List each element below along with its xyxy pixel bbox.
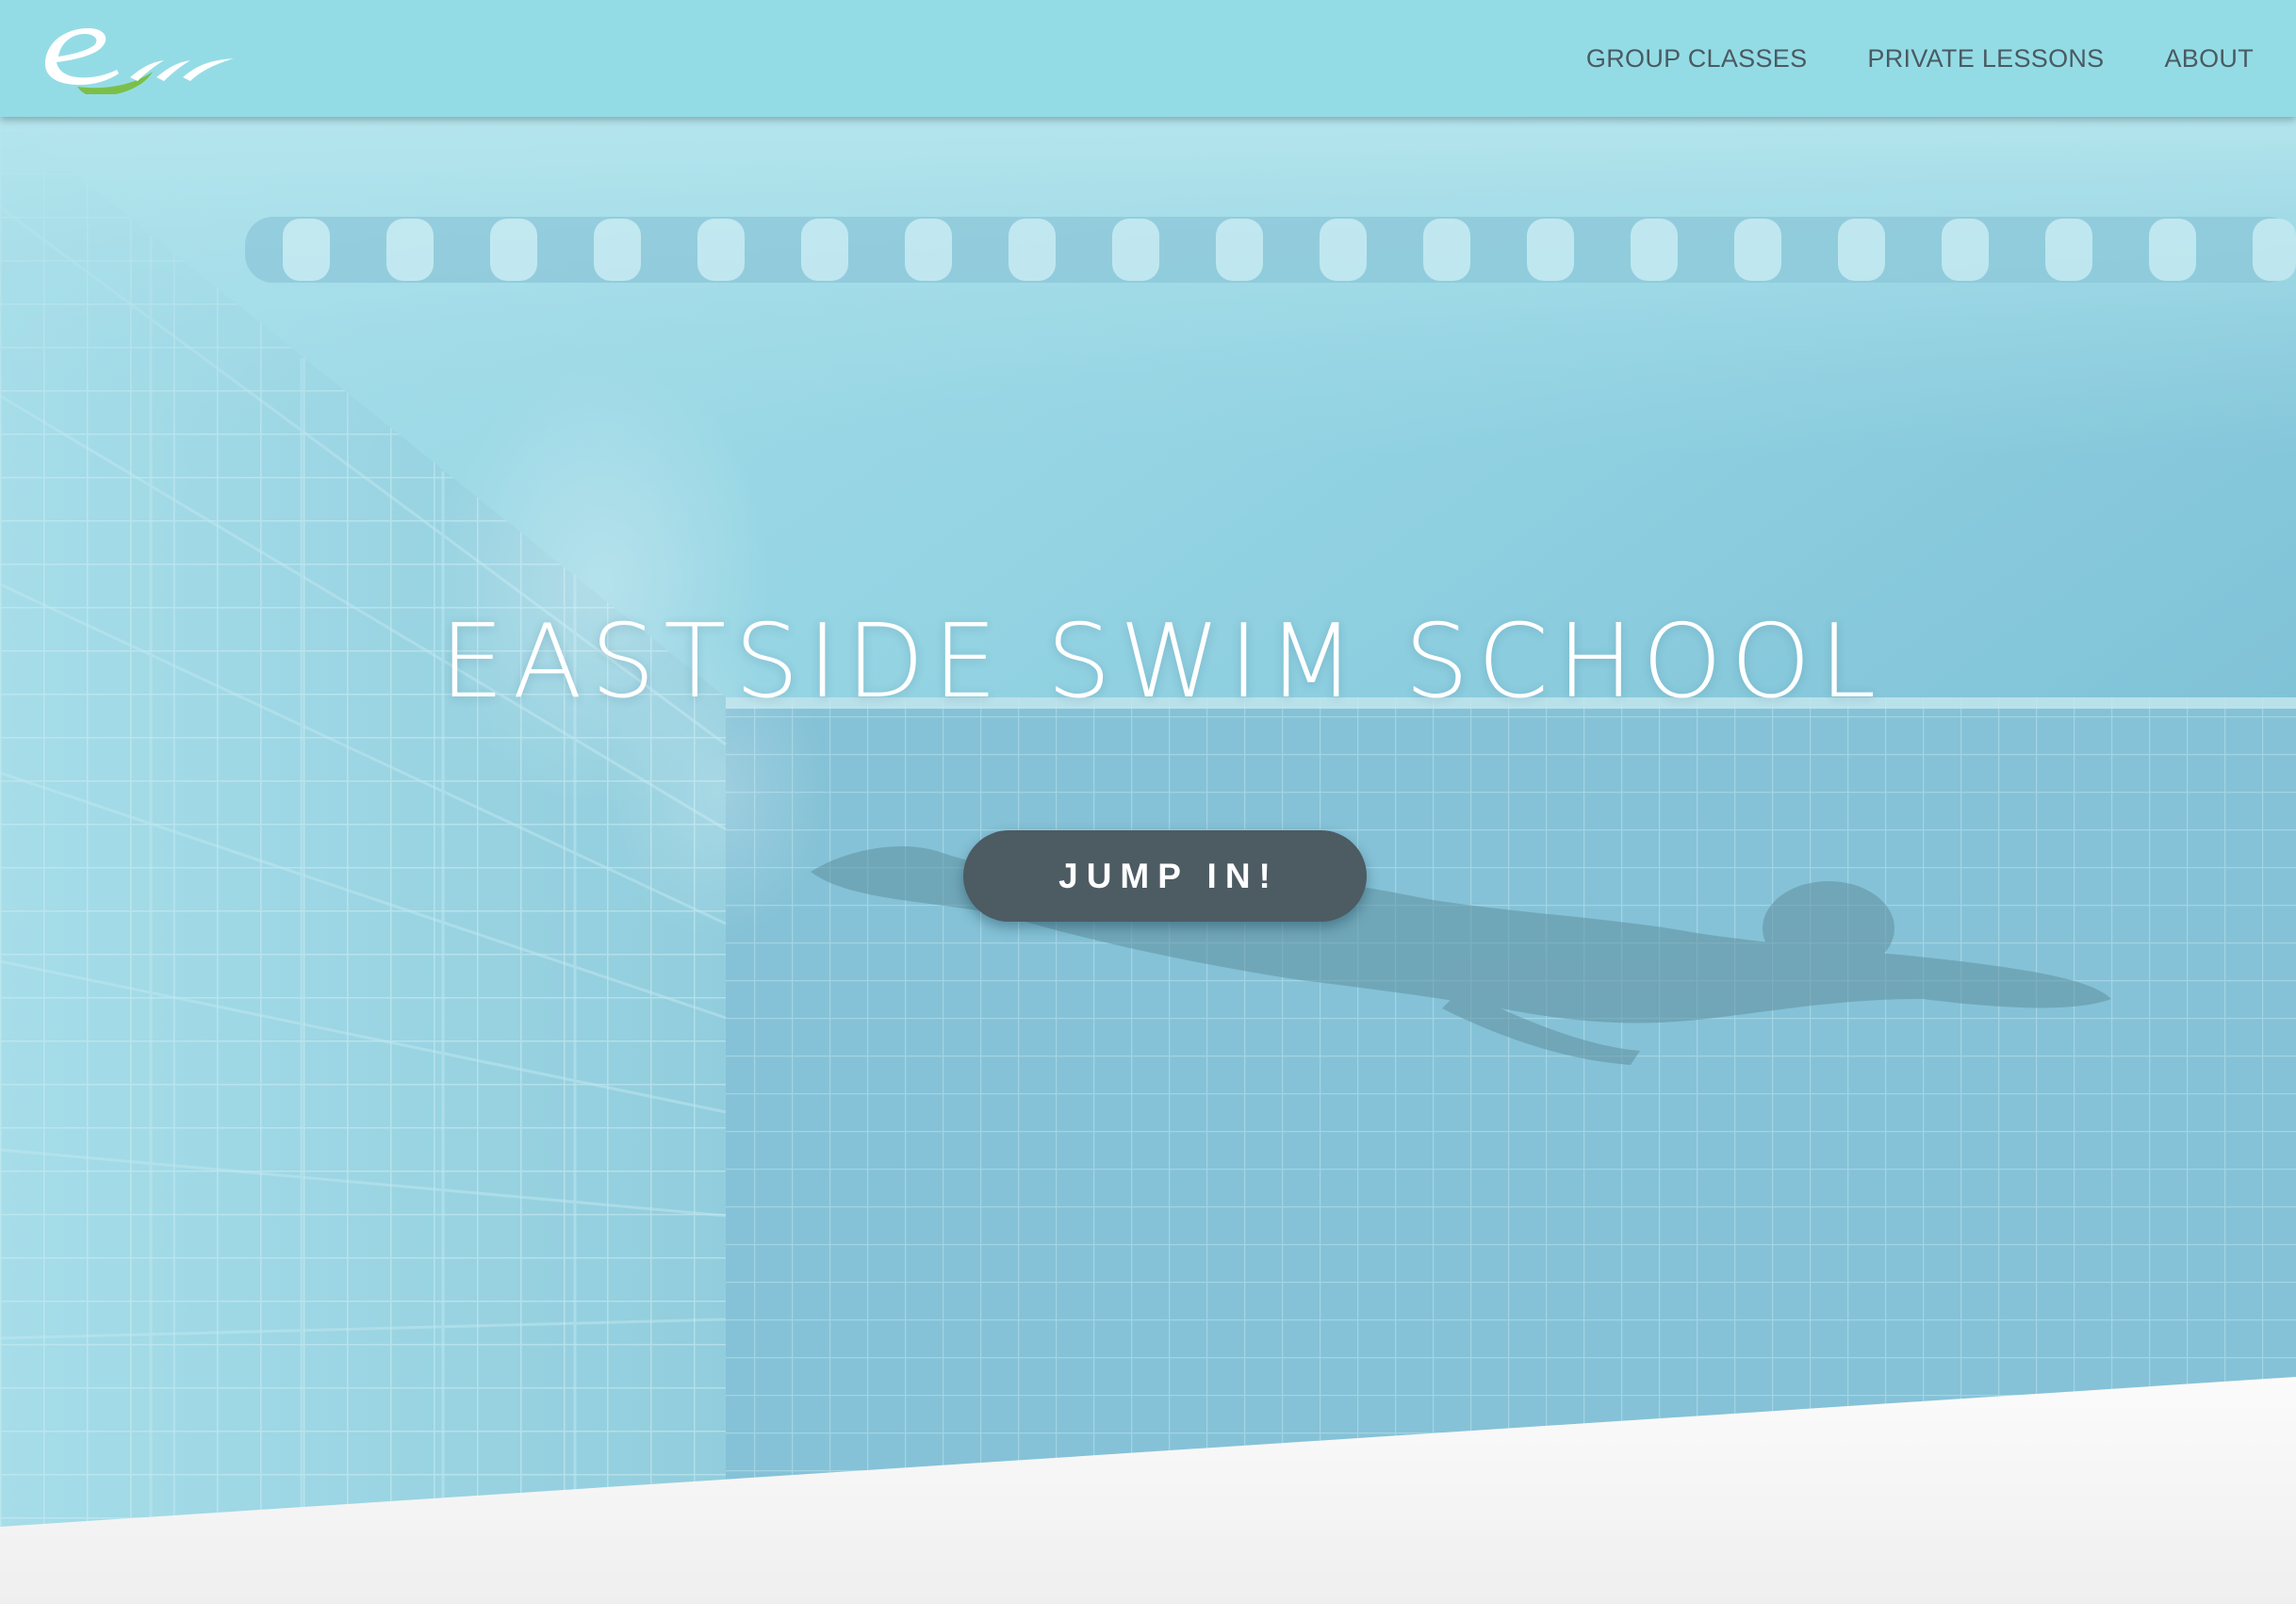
underwater-pool-image (0, 0, 2296, 1604)
eswim-logo[interactable] (40, 19, 238, 94)
hero-section: EASTSIDE SWIM SCHOOL JUMP IN! (0, 0, 2296, 1604)
nav-links: GROUP CLASSES PRIVATE LESSONS ABOUT (1586, 0, 2254, 117)
nav-link-private-lessons[interactable]: PRIVATE LESSONS (1867, 44, 2104, 74)
top-navbar: GROUP CLASSES PRIVATE LESSONS ABOUT (0, 0, 2296, 117)
nav-link-about[interactable]: ABOUT (2164, 44, 2254, 74)
nav-link-group-classes[interactable]: GROUP CLASSES (1586, 44, 1807, 74)
page: EASTSIDE SWIM SCHOOL JUMP IN! GROUP CLAS… (0, 0, 2296, 1604)
hero-title: EASTSIDE SWIM SCHOOL (439, 603, 1885, 721)
jump-in-button[interactable]: JUMP IN! (963, 830, 1367, 922)
